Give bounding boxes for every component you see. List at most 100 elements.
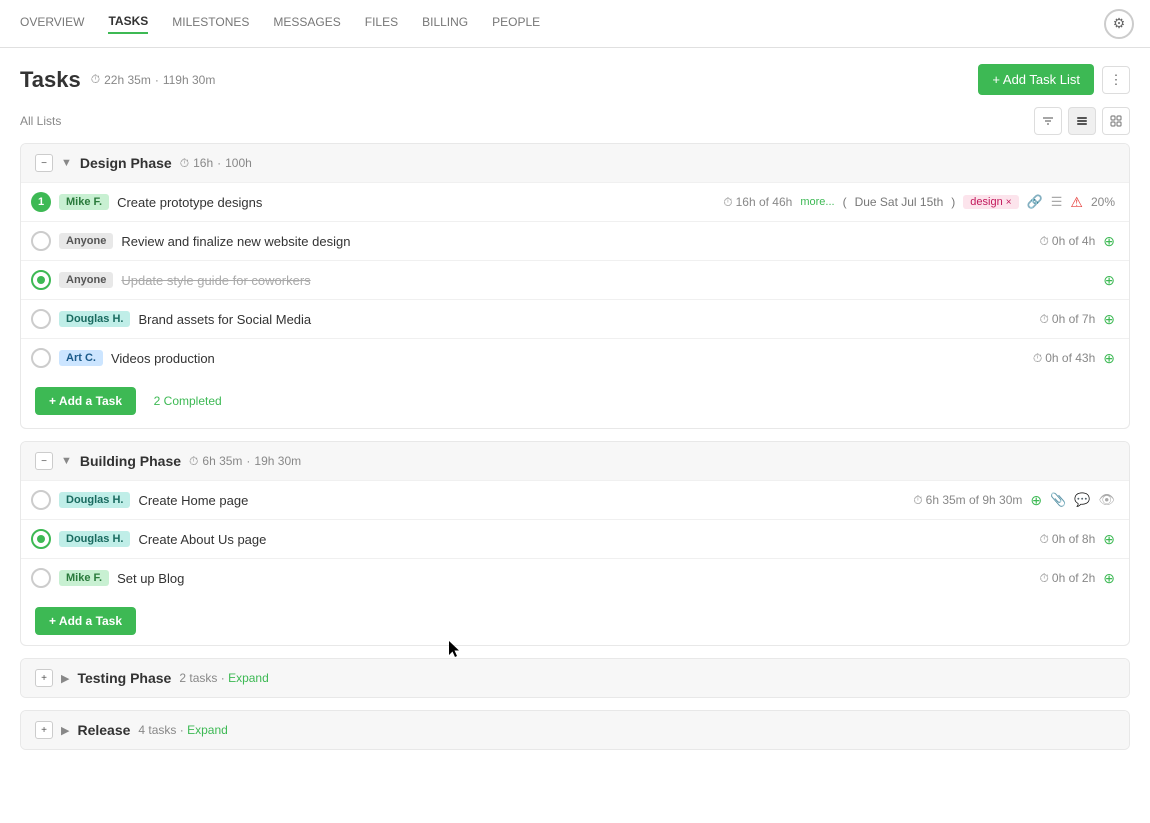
add-time-icon[interactable]: ⊕ (1030, 492, 1042, 509)
tag-remove-button[interactable]: × (1006, 197, 1012, 208)
clock-icon: ⏱ (723, 195, 732, 210)
add-time-icon[interactable]: ⊕ (1103, 233, 1115, 250)
assignee-badge[interactable]: Douglas H. (59, 531, 130, 547)
completed-count[interactable]: 2 Completed (140, 388, 236, 418)
task-groups: − ▼ Design Phase ⏱ 16h · 100h 1 Mike F. … (0, 143, 1150, 823)
due-date-close: ) (951, 195, 955, 209)
add-task-area: + Add a Task 2 Completed (21, 377, 1129, 428)
tag-label: design (970, 196, 1002, 208)
group-time-design: ⏱ 16h · 100h (180, 156, 252, 171)
completed-label: 2 Completed (154, 394, 222, 408)
task-checkbox[interactable] (31, 231, 51, 251)
task-time: ⏱ 0h of 7h (1040, 312, 1096, 327)
chevron-building-icon[interactable]: ▼ (61, 455, 72, 467)
filter-bar: All Lists (0, 103, 1150, 143)
nav-milestones[interactable]: MILESTONES (172, 15, 249, 33)
task-name[interactable]: Review and finalize new website design (121, 234, 1031, 249)
assignee-badge[interactable]: Douglas H. (59, 311, 130, 327)
tag-badge: design × (963, 195, 1018, 209)
due-date-text: Due Sat Jul 15th (855, 195, 944, 209)
assignee-badge[interactable]: Anyone (59, 272, 113, 288)
task-name[interactable]: Create prototype designs (117, 195, 715, 210)
assignee-badge[interactable]: Art C. (59, 350, 103, 366)
comment-icon[interactable]: 💬 (1074, 492, 1090, 508)
task-checkbox[interactable] (31, 270, 51, 290)
list-view-button[interactable] (1068, 107, 1096, 135)
task-row: Mike F. Set up Blog ⏱ 0h of 2h ⊕ (21, 558, 1129, 597)
time-tracked: 22h 35m (104, 73, 151, 87)
list-icon[interactable]: ☰ (1051, 194, 1063, 210)
add-task-list-button[interactable]: + Add Task List (978, 64, 1094, 95)
expand-testing-link[interactable]: Expand (228, 671, 269, 685)
collapse-testing-button[interactable]: + (35, 669, 53, 687)
task-name[interactable]: Update style guide for coworkers (121, 273, 1095, 288)
grid-view-button[interactable] (1102, 107, 1130, 135)
group-header-testing: + ▶ Testing Phase 2 tasks · Expand (21, 659, 1129, 697)
nav-overview[interactable]: OVERVIEW (20, 15, 84, 33)
more-link[interactable]: more... (800, 196, 834, 208)
add-time-icon[interactable]: ⊕ (1103, 272, 1115, 289)
settings-button[interactable]: ⚙ (1104, 9, 1134, 39)
task-name[interactable]: Create Home page (138, 493, 905, 508)
chevron-testing-icon[interactable]: ▶ (61, 672, 69, 685)
title-area: Tasks ⏱ 22h 35m · 119h 30m (20, 67, 215, 93)
task-count-release: 4 tasks · Expand (138, 723, 227, 737)
task-name[interactable]: Brand assets for Social Media (138, 312, 1031, 327)
task-number-badge: 1 (31, 192, 51, 212)
nav-tasks[interactable]: TASKS (108, 14, 148, 34)
collapse-building-button[interactable]: − (35, 452, 53, 470)
more-options-button[interactable]: ⋮ (1102, 66, 1130, 94)
collapse-design-button[interactable]: − (35, 154, 53, 172)
task-checkbox[interactable] (31, 309, 51, 329)
task-checkbox[interactable] (31, 348, 51, 368)
task-checkbox[interactable] (31, 568, 51, 588)
chevron-design-icon[interactable]: ▼ (61, 157, 72, 169)
task-name[interactable]: Set up Blog (117, 571, 1031, 586)
filter-button[interactable] (1034, 107, 1062, 135)
nav-people[interactable]: PEOPLE (492, 15, 540, 33)
group-testing-phase: + ▶ Testing Phase 2 tasks · Expand (20, 658, 1130, 698)
clock-icon: ⏱ (1040, 532, 1049, 547)
task-time: ⏱ 0h of 8h (1040, 532, 1096, 547)
nav-billing[interactable]: BILLING (422, 15, 468, 33)
add-time-icon[interactable]: ⊕ (1103, 531, 1115, 548)
task-row: Douglas H. Create About Us page ⏱ 0h of … (21, 519, 1129, 558)
watch-icon[interactable]: 👁 (1098, 492, 1115, 508)
add-task-button-building[interactable]: + Add a Task (35, 607, 136, 635)
assignee-badge[interactable]: Anyone (59, 233, 113, 249)
nav-messages[interactable]: MESSAGES (273, 15, 340, 33)
group-name-building: Building Phase (80, 453, 181, 469)
group-name-release: Release (77, 722, 130, 738)
assignee-badge[interactable]: Mike F. (59, 194, 109, 210)
group-header-release: + ▶ Release 4 tasks · Expand (21, 711, 1129, 749)
add-task-area-building: + Add a Task (21, 597, 1129, 645)
view-controls (1034, 107, 1130, 135)
task-checkbox[interactable] (31, 529, 51, 549)
attachment-icon[interactable]: 🔗 (1027, 194, 1043, 210)
attachment-icon[interactable]: 📎 (1050, 492, 1066, 508)
add-task-button[interactable]: + Add a Task (35, 387, 136, 415)
collapse-release-button[interactable]: + (35, 721, 53, 739)
clock-design-icon: ⏱ (180, 156, 189, 171)
group-release: + ▶ Release 4 tasks · Expand (20, 710, 1130, 750)
expand-release-link[interactable]: Expand (187, 723, 228, 737)
task-name[interactable]: Videos production (111, 351, 1025, 366)
assignee-badge[interactable]: Mike F. (59, 570, 109, 586)
chevron-release-icon[interactable]: ▶ (61, 724, 69, 737)
group-time-building: ⏱ 6h 35m · 19h 30m (189, 454, 301, 469)
task-name[interactable]: Create About Us page (138, 532, 1031, 547)
clock-icon: ⏱ (1033, 351, 1042, 366)
task-row: Anyone Review and finalize new website d… (21, 221, 1129, 260)
add-time-icon[interactable]: ⊕ (1103, 570, 1115, 587)
top-nav: OVERVIEW TASKS MILESTONES MESSAGES FILES… (0, 0, 1150, 48)
clock-icon: ⏱ (91, 72, 100, 87)
group-name-design: Design Phase (80, 155, 172, 171)
assignee-badge[interactable]: Douglas H. (59, 492, 130, 508)
task-time: ⏱ 0h of 43h (1033, 351, 1095, 366)
nav-files[interactable]: FILES (365, 15, 398, 33)
task-checkbox[interactable] (31, 490, 51, 510)
task-time: ⏱ 0h of 4h (1040, 234, 1096, 249)
group-header-design: − ▼ Design Phase ⏱ 16h · 100h (21, 144, 1129, 182)
add-time-icon[interactable]: ⊕ (1103, 350, 1115, 367)
add-time-icon[interactable]: ⊕ (1103, 311, 1115, 328)
